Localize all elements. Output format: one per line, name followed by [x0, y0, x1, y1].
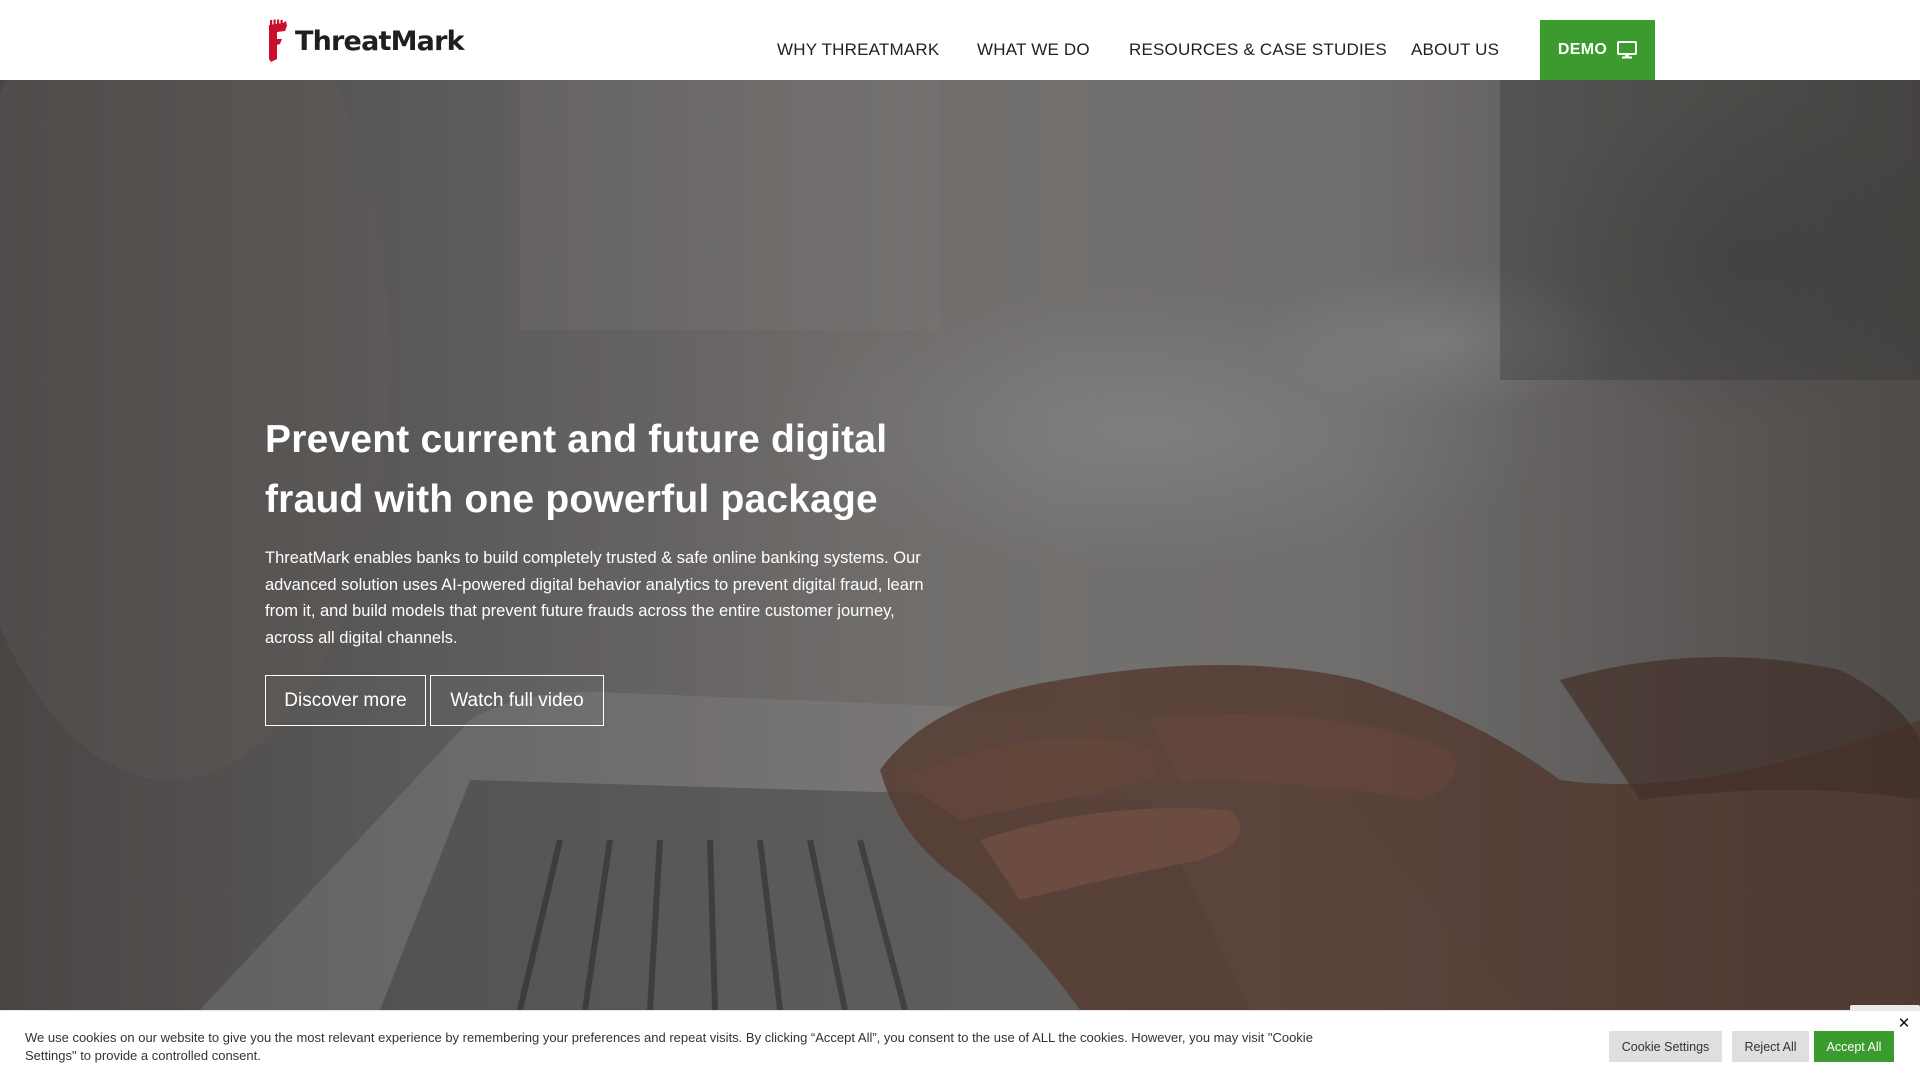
nav-label: RESOURCES & CASE STUDIES [1129, 40, 1387, 59]
demo-button-label: DEMO [1557, 41, 1608, 58]
nav-label: ABOUT US [1411, 40, 1500, 59]
monitor-icon [1617, 41, 1638, 59]
accept-all-label: Accept All [1826, 1039, 1882, 1054]
reject-all-button[interactable]: Reject All [1732, 1031, 1809, 1062]
hero-section: Prevent current and future digital fraud… [0, 80, 1920, 1010]
cookie-consent-text: We use cookies on our website to give yo… [25, 1030, 1313, 1063]
close-icon[interactable]: ✕ [1897, 1016, 1911, 1031]
demo-button[interactable]: DEMO [1540, 20, 1655, 80]
site-header: ThreatMark WHY THREATMARK WHAT WE DO RES… [0, 0, 1920, 80]
nav-what-we-do[interactable]: WHAT WE DO [977, 40, 1090, 60]
reject-all-label: Reject All [1744, 1039, 1797, 1054]
nav-label: WHY THREATMARK [777, 40, 940, 59]
discover-more-label: Discover more [284, 689, 407, 711]
cookie-settings-button[interactable]: Cookie Settings [1609, 1031, 1722, 1062]
hero-title: Prevent current and future digital fraud… [265, 418, 888, 521]
nav-why-threatmark[interactable]: WHY THREATMARK [777, 40, 939, 60]
watch-full-video-label: Watch full video [450, 689, 584, 711]
hero-description: ThreatMark enables banks to build comple… [265, 549, 924, 647]
watch-full-video-button[interactable]: Watch full video [430, 675, 604, 726]
nav-resources-case-studies[interactable]: RESOURCES & CASE STUDIES [1129, 40, 1387, 60]
discover-more-button[interactable]: Discover more [265, 675, 426, 726]
cookie-consent-bar: We use cookies on our website to give yo… [0, 1010, 1920, 1080]
nav-label: WHAT WE DO [977, 40, 1090, 59]
cookie-settings-label: Cookie Settings [1621, 1039, 1710, 1054]
accept-all-button[interactable]: Accept All [1814, 1031, 1894, 1062]
nav-about-us[interactable]: ABOUT US [1411, 40, 1499, 60]
